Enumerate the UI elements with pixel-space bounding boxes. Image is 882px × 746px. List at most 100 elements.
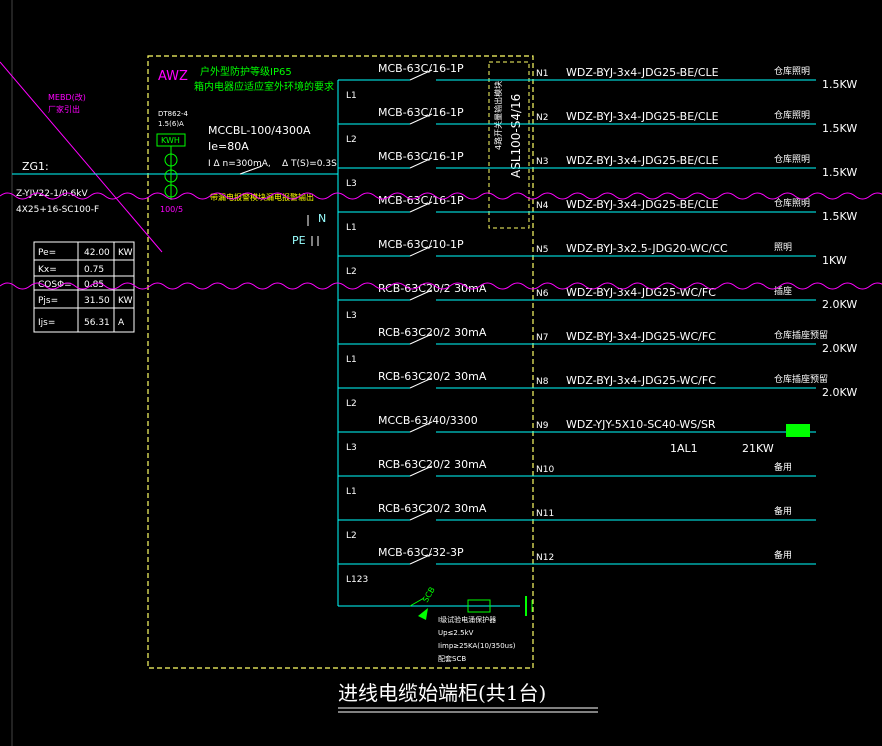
- breaker-model: MCB-63C/16-1P: [378, 150, 464, 163]
- phase-label: L2: [346, 267, 357, 277]
- breaker-model: MCB-63C/32-3P: [378, 546, 464, 559]
- zg-label: ZG1:: [22, 160, 49, 173]
- breaker-model: MCB-63C/10-1P: [378, 238, 464, 251]
- kwh-label: KWH: [161, 136, 180, 145]
- table-value: 0.85: [84, 280, 104, 290]
- phase-label: L2: [346, 135, 357, 145]
- sub-board-name: 1AL1: [670, 442, 698, 455]
- arrow-icon: [418, 608, 428, 620]
- pe-label: PE: [292, 234, 306, 247]
- circuit-use: 插座: [774, 285, 792, 297]
- table-key: Pe=: [38, 248, 56, 258]
- cable-spec: WDZ-BYJ-3x4-JDG25-BE/CLE: [566, 66, 719, 79]
- spd-desc-2: Up≤2.5kV: [438, 629, 474, 637]
- circuit-power: 1.5KW: [822, 122, 857, 135]
- table-key: Ijs=: [38, 318, 55, 328]
- phase-label: L3: [346, 179, 357, 189]
- phase-label: L2: [346, 399, 357, 409]
- circuit-use: 仓库照明: [774, 65, 810, 77]
- mebd-label-1: MEBD(改): [48, 92, 86, 102]
- cable-spec: WDZ-BYJ-3x4-JDG25-WC/FC: [566, 330, 716, 343]
- phase-label: L1: [346, 91, 357, 101]
- leader-line: [0, 61, 163, 253]
- circuit-number: N8: [536, 377, 549, 387]
- circuit-row: RCB-63C20/2 30mA L2 N8 WDZ-BYJ-3x4-JDG25-WC…: [338, 370, 857, 409]
- circuit-use: 备用: [774, 461, 792, 473]
- phase-label: L1: [346, 355, 357, 365]
- breaker-model: RCB-63C20/2 30mA: [378, 458, 487, 471]
- table-value: 42.00: [84, 248, 110, 258]
- circuit-row: MCB-63C/16-1P L1 N1 WDZ-BYJ-3x4-JDG25-BE/CL…: [338, 62, 857, 101]
- phase-label: L1: [346, 487, 357, 497]
- circuit-use: 备用: [774, 505, 792, 517]
- spd-module-model: ASL100-S4/16: [509, 94, 523, 178]
- spd-module-desc: 4路开关量输出模块: [493, 81, 503, 150]
- table-key: Kx=: [38, 265, 57, 275]
- circuit-number: N6: [536, 289, 549, 299]
- circuit-number: N12: [536, 553, 554, 563]
- schematic-svg: MEBD(改) 厂家引出 AWZ 户外型防护等级IP65 箱内电器应适应室外环境…: [0, 0, 882, 746]
- circuit-power: 1KW: [822, 254, 847, 267]
- phase-label: L1: [346, 223, 357, 233]
- table-unit: KW: [118, 248, 133, 258]
- circuit-power: 2.0KW: [822, 298, 857, 311]
- sub-board-marker: [786, 424, 810, 437]
- circuit-number: N10: [536, 465, 554, 475]
- main-breaker-ie: Ie=80A: [208, 140, 249, 153]
- main-breaker-model: MCCBL-100/4300A: [208, 124, 311, 137]
- table-unit: KW: [118, 296, 133, 306]
- phase-label: L123: [346, 575, 368, 585]
- circuit-power: 2.0KW: [822, 386, 857, 399]
- table-key: Pjs=: [38, 296, 58, 306]
- phase-label: L3: [346, 311, 357, 321]
- panel-note-1: 户外型防护等级IP65: [200, 65, 292, 78]
- circuit-power: 2.0KW: [822, 342, 857, 355]
- circuit-row: RCB-63C20/2 30mA L1 N10 备用: [338, 458, 816, 497]
- circuit-use: 仓库插座预留: [774, 373, 828, 385]
- main-breaker-leak: I Δ n=300mA,: [208, 159, 271, 169]
- circuit-power: 1.5KW: [822, 166, 857, 179]
- scb-label: SCB: [421, 586, 437, 604]
- table-value: 56.31: [84, 318, 110, 328]
- circuit-use: 仓库插座预留: [774, 329, 828, 341]
- table-value: 0.75: [84, 265, 104, 275]
- circuit-number: N9: [536, 421, 549, 431]
- phase-label: L2: [346, 531, 357, 541]
- breaker-model: MCCB-63/40/3300: [378, 414, 478, 427]
- circuit-number: N11: [536, 509, 554, 519]
- circuit-number: N4: [536, 201, 549, 211]
- panel-code: AWZ: [158, 69, 188, 84]
- sub-board-power: 21KW: [742, 442, 774, 455]
- circuit-number: N7: [536, 333, 548, 343]
- circuit-number: N2: [536, 113, 548, 123]
- circuit-number: N5: [536, 245, 548, 255]
- circuit-row: MCB-63C/16-1P L2 N2 WDZ-BYJ-3x4-JDG25-BE/CL…: [338, 106, 857, 145]
- circuit-row: MCB-63C/16-1P L3 N3 WDZ-BYJ-3x4-JDG25-BE/CL…: [338, 150, 857, 189]
- mebd-label-2: 厂家引出: [48, 104, 80, 114]
- drawing-canvas: MEBD(改) 厂家引出 AWZ 户外型防护等级IP65 箱内电器应适应室外环境…: [0, 0, 882, 746]
- circuit-row: RCB-63C20/2 30mA L2 N11 备用: [338, 502, 816, 541]
- circuit-power: 1.5KW: [822, 78, 857, 91]
- breaker-model: RCB-63C20/2 30mA: [378, 502, 487, 515]
- circuit-use: 备用: [774, 549, 792, 561]
- cable-spec: WDZ-BYJ-3x4-JDG25-BE/CLE: [566, 110, 719, 123]
- circuit-use: 照明: [774, 242, 792, 253]
- circuit-row: MCCB-63/40/3300 L3 N9 WDZ-YJY-5X10-SC40-WS/…: [338, 414, 816, 455]
- table-unit: A: [118, 318, 125, 328]
- cable-spec: WDZ-BYJ-3x2.5-JDG20-WC/CC: [566, 242, 728, 255]
- circuit-row: MCB-63C/10-1P L2 N5 WDZ-BYJ-3x2.5-JDG20-WC/…: [338, 238, 847, 277]
- breaker-model: RCB-63C20/2 30mA: [378, 370, 487, 383]
- drawing-caption: 进线电缆始端柜(共1台): [338, 681, 546, 705]
- breaker-model: MCB-63C/16-1P: [378, 194, 464, 207]
- meter-rating: 1.5(6)A: [158, 120, 184, 128]
- breaker-model: RCB-63C20/2 30mA: [378, 326, 487, 339]
- cable-spec: WDZ-BYJ-3x4-JDG25-WC/FC: [566, 374, 716, 387]
- cable-spec: WDZ-BYJ-3x4-JDG25-BE/CLE: [566, 154, 719, 167]
- circuit-row: MCB-63C/16-1P L1 N4 WDZ-BYJ-3x4-JDG25-BE/CL…: [338, 194, 857, 233]
- circuit-power: 1.5KW: [822, 210, 857, 223]
- ct-ratio: 100/5: [160, 205, 183, 214]
- spd-desc-4: 配套SCB: [438, 654, 466, 663]
- spd-desc-1: I级试验电涌保护器: [438, 615, 496, 624]
- meter-model: DT862-4: [158, 110, 189, 118]
- circuit-use: 仓库照明: [774, 109, 810, 121]
